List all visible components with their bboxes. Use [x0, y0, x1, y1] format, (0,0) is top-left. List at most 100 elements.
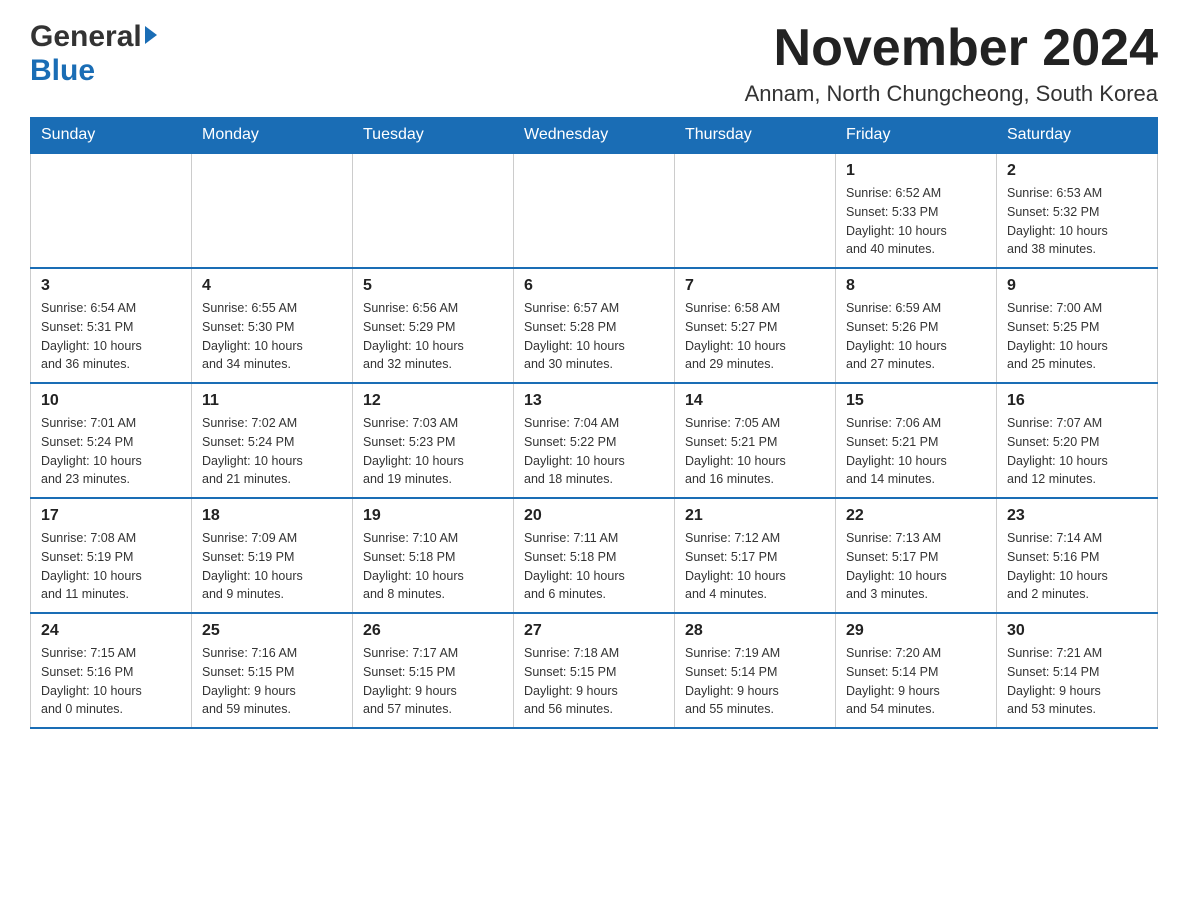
day-number: 14 — [685, 392, 825, 410]
day-info: Sunrise: 7:01 AM Sunset: 5:24 PM Dayligh… — [41, 414, 181, 489]
day-number: 21 — [685, 507, 825, 525]
title-area: November 2024 Annam, North Chungcheong, … — [745, 20, 1158, 107]
weekday-header-tuesday: Tuesday — [353, 118, 514, 154]
calendar-cell: 21 Sunrise: 7:12 AM Sunset: 5:17 PM Dayli… — [675, 498, 836, 613]
calendar-cell: 23 Sunrise: 7:14 AM Sunset: 5:16 PM Dayli… — [997, 498, 1158, 613]
day-info: Sunrise: 7:03 AM Sunset: 5:23 PM Dayligh… — [363, 414, 503, 489]
day-number: 10 — [41, 392, 181, 410]
day-info: Sunrise: 6:54 AM Sunset: 5:31 PM Dayligh… — [41, 299, 181, 374]
calendar-cell: 6 Sunrise: 6:57 AM Sunset: 5:28 PM Daylig… — [514, 268, 675, 383]
weekday-header-row: SundayMondayTuesdayWednesdayThursdayFrid… — [31, 118, 1158, 154]
day-number: 3 — [41, 277, 181, 295]
calendar-cell: 25Sunrise: 7:16 AM Sunset: 5:15 PM Dayli… — [192, 613, 353, 728]
day-number: 28 — [685, 622, 825, 640]
month-title: November 2024 — [745, 20, 1158, 77]
day-number: 7 — [685, 277, 825, 295]
calendar-cell: 29Sunrise: 7:20 AM Sunset: 5:14 PM Dayli… — [836, 613, 997, 728]
calendar-cell: 22 Sunrise: 7:13 AM Sunset: 5:17 PM Dayli… — [836, 498, 997, 613]
day-number: 22 — [846, 507, 986, 525]
day-info: Sunrise: 7:15 AM Sunset: 5:16 PM Dayligh… — [41, 644, 181, 719]
weekday-header-monday: Monday — [192, 118, 353, 154]
day-number: 4 — [202, 277, 342, 295]
day-info: Sunrise: 7:21 AM Sunset: 5:14 PM Dayligh… — [1007, 644, 1147, 719]
calendar-week-0: 1 Sunrise: 6:52 AM Sunset: 5:33 PM Daylig… — [31, 153, 1158, 268]
day-info: Sunrise: 6:55 AM Sunset: 5:30 PM Dayligh… — [202, 299, 342, 374]
day-number: 13 — [524, 392, 664, 410]
day-info: Sunrise: 6:52 AM Sunset: 5:33 PM Dayligh… — [846, 184, 986, 259]
calendar-cell: 13 Sunrise: 7:04 AM Sunset: 5:22 PM Dayli… — [514, 383, 675, 498]
day-info: Sunrise: 7:11 AM Sunset: 5:18 PM Dayligh… — [524, 529, 664, 604]
day-info: Sunrise: 7:00 AM Sunset: 5:25 PM Dayligh… — [1007, 299, 1147, 374]
day-number: 12 — [363, 392, 503, 410]
day-info: Sunrise: 6:57 AM Sunset: 5:28 PM Dayligh… — [524, 299, 664, 374]
day-info: Sunrise: 7:19 AM Sunset: 5:14 PM Dayligh… — [685, 644, 825, 719]
page-header: General Blue November 2024 Annam, North … — [30, 20, 1158, 107]
location-title: Annam, North Chungcheong, South Korea — [745, 81, 1158, 107]
calendar-cell: 9 Sunrise: 7:00 AM Sunset: 5:25 PM Daylig… — [997, 268, 1158, 383]
day-number: 17 — [41, 507, 181, 525]
day-number: 9 — [1007, 277, 1147, 295]
day-info: Sunrise: 6:58 AM Sunset: 5:27 PM Dayligh… — [685, 299, 825, 374]
day-info: Sunrise: 6:53 AM Sunset: 5:32 PM Dayligh… — [1007, 184, 1147, 259]
day-info: Sunrise: 6:56 AM Sunset: 5:29 PM Dayligh… — [363, 299, 503, 374]
day-info: Sunrise: 7:16 AM Sunset: 5:15 PM Dayligh… — [202, 644, 342, 719]
weekday-header-sunday: Sunday — [31, 118, 192, 154]
calendar-cell: 26Sunrise: 7:17 AM Sunset: 5:15 PM Dayli… — [353, 613, 514, 728]
calendar-cell — [353, 153, 514, 268]
day-number: 20 — [524, 507, 664, 525]
calendar-cell: 2 Sunrise: 6:53 AM Sunset: 5:32 PM Daylig… — [997, 153, 1158, 268]
day-number: 18 — [202, 507, 342, 525]
calendar-cell: 14 Sunrise: 7:05 AM Sunset: 5:21 PM Dayli… — [675, 383, 836, 498]
day-number: 1 — [846, 162, 986, 180]
day-number: 27 — [524, 622, 664, 640]
day-number: 8 — [846, 277, 986, 295]
day-info: Sunrise: 7:09 AM Sunset: 5:19 PM Dayligh… — [202, 529, 342, 604]
calendar-cell: 11 Sunrise: 7:02 AM Sunset: 5:24 PM Dayli… — [192, 383, 353, 498]
day-number: 5 — [363, 277, 503, 295]
day-number: 23 — [1007, 507, 1147, 525]
calendar-cell: 30 Sunrise: 7:21 AM Sunset: 5:14 PM Dayli… — [997, 613, 1158, 728]
day-number: 26 — [363, 622, 503, 640]
day-number: 11 — [202, 392, 342, 410]
calendar-cell — [514, 153, 675, 268]
calendar-cell: 5 Sunrise: 6:56 AM Sunset: 5:29 PM Daylig… — [353, 268, 514, 383]
calendar-cell: 24Sunrise: 7:15 AM Sunset: 5:16 PM Dayli… — [31, 613, 192, 728]
calendar-cell: 10 Sunrise: 7:01 AM Sunset: 5:24 PM Dayli… — [31, 383, 192, 498]
calendar-week-4: 24Sunrise: 7:15 AM Sunset: 5:16 PM Dayli… — [31, 613, 1158, 728]
weekday-header-thursday: Thursday — [675, 118, 836, 154]
calendar-cell: 3 Sunrise: 6:54 AM Sunset: 5:31 PM Daylig… — [31, 268, 192, 383]
logo-blue-text: Blue — [30, 54, 95, 87]
day-info: Sunrise: 7:14 AM Sunset: 5:16 PM Dayligh… — [1007, 529, 1147, 604]
day-number: 15 — [846, 392, 986, 410]
weekday-header-saturday: Saturday — [997, 118, 1158, 154]
day-number: 30 — [1007, 622, 1147, 640]
day-number: 6 — [524, 277, 664, 295]
calendar-week-3: 17Sunrise: 7:08 AM Sunset: 5:19 PM Dayli… — [31, 498, 1158, 613]
day-info: Sunrise: 7:12 AM Sunset: 5:17 PM Dayligh… — [685, 529, 825, 604]
day-info: Sunrise: 7:18 AM Sunset: 5:15 PM Dayligh… — [524, 644, 664, 719]
day-info: Sunrise: 7:07 AM Sunset: 5:20 PM Dayligh… — [1007, 414, 1147, 489]
calendar-cell: 20 Sunrise: 7:11 AM Sunset: 5:18 PM Dayli… — [514, 498, 675, 613]
calendar-cell: 1 Sunrise: 6:52 AM Sunset: 5:33 PM Daylig… — [836, 153, 997, 268]
day-number: 2 — [1007, 162, 1147, 180]
calendar-body: 1 Sunrise: 6:52 AM Sunset: 5:33 PM Daylig… — [31, 153, 1158, 728]
calendar-cell: 8 Sunrise: 6:59 AM Sunset: 5:26 PM Daylig… — [836, 268, 997, 383]
calendar-cell: 4 Sunrise: 6:55 AM Sunset: 5:30 PM Daylig… — [192, 268, 353, 383]
day-info: Sunrise: 7:02 AM Sunset: 5:24 PM Dayligh… — [202, 414, 342, 489]
logo: General Blue — [30, 20, 157, 88]
calendar-week-1: 3 Sunrise: 6:54 AM Sunset: 5:31 PM Daylig… — [31, 268, 1158, 383]
day-info: Sunrise: 6:59 AM Sunset: 5:26 PM Dayligh… — [846, 299, 986, 374]
day-number: 29 — [846, 622, 986, 640]
day-number: 19 — [363, 507, 503, 525]
calendar-table: SundayMondayTuesdayWednesdayThursdayFrid… — [30, 117, 1158, 729]
calendar-week-2: 10 Sunrise: 7:01 AM Sunset: 5:24 PM Dayli… — [31, 383, 1158, 498]
day-info: Sunrise: 7:13 AM Sunset: 5:17 PM Dayligh… — [846, 529, 986, 604]
logo-general-text: General — [30, 20, 142, 54]
day-info: Sunrise: 7:05 AM Sunset: 5:21 PM Dayligh… — [685, 414, 825, 489]
day-info: Sunrise: 7:04 AM Sunset: 5:22 PM Dayligh… — [524, 414, 664, 489]
weekday-header-friday: Friday — [836, 118, 997, 154]
calendar-cell: 15Sunrise: 7:06 AM Sunset: 5:21 PM Dayli… — [836, 383, 997, 498]
calendar-cell: 16Sunrise: 7:07 AM Sunset: 5:20 PM Dayli… — [997, 383, 1158, 498]
calendar-cell: 12 Sunrise: 7:03 AM Sunset: 5:23 PM Dayli… — [353, 383, 514, 498]
calendar-cell — [31, 153, 192, 268]
